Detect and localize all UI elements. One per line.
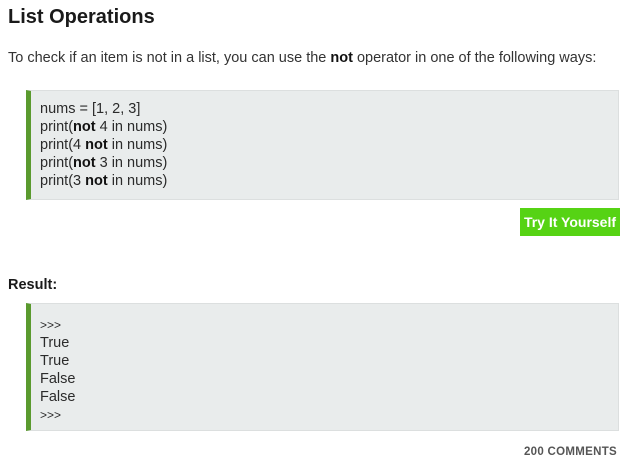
result-line: >>> bbox=[40, 408, 62, 422]
code-text: print( bbox=[40, 155, 74, 171]
lesson-page: List Operations To check if an item is n… bbox=[0, 0, 635, 474]
result-line: False bbox=[40, 389, 76, 405]
code-text: in nums) bbox=[107, 173, 168, 189]
code-line: nums = [1, 2, 3] bbox=[40, 100, 618, 118]
code-text: 3 in nums) bbox=[95, 155, 168, 171]
intro-text-after: operator in one of the following ways: bbox=[352, 50, 597, 66]
code-text: print( bbox=[40, 119, 74, 135]
code-text: print(3 bbox=[40, 173, 86, 189]
code-keyword: not bbox=[85, 137, 108, 153]
result-line: True bbox=[40, 335, 70, 351]
result-line: >>> bbox=[40, 318, 62, 332]
code-keyword: not bbox=[73, 119, 96, 135]
result-line: False bbox=[40, 371, 76, 387]
intro-keyword: not bbox=[330, 50, 353, 66]
code-keyword: not bbox=[73, 155, 96, 171]
code-text: nums = [1, 2, 3] bbox=[40, 101, 141, 117]
result-label: Result: bbox=[8, 277, 58, 293]
code-block: nums = [1, 2, 3] print(not 4 in nums) pr… bbox=[26, 90, 619, 200]
code-line: print(not 4 in nums) bbox=[40, 118, 618, 136]
comments-link[interactable]: 200 COMMENTS bbox=[524, 446, 617, 458]
code-line: print(not 3 in nums) bbox=[40, 154, 618, 172]
result-output-block: >>> True True False False >>> bbox=[26, 303, 619, 431]
page-title: List Operations bbox=[8, 6, 155, 28]
code-text: print(4 bbox=[40, 137, 86, 153]
code-text: in nums) bbox=[107, 137, 168, 153]
intro-text-before: To check if an item is not in a list, yo… bbox=[8, 50, 331, 66]
try-it-yourself-button[interactable]: Try It Yourself bbox=[520, 208, 620, 236]
intro-text: To check if an item is not in a list, yo… bbox=[8, 50, 596, 66]
code-text: 4 in nums) bbox=[95, 119, 168, 135]
result-line: True bbox=[40, 353, 70, 369]
code-line: print(3 not in nums) bbox=[40, 172, 618, 190]
code-line: print(4 not in nums) bbox=[40, 136, 618, 154]
code-keyword: not bbox=[85, 173, 108, 189]
